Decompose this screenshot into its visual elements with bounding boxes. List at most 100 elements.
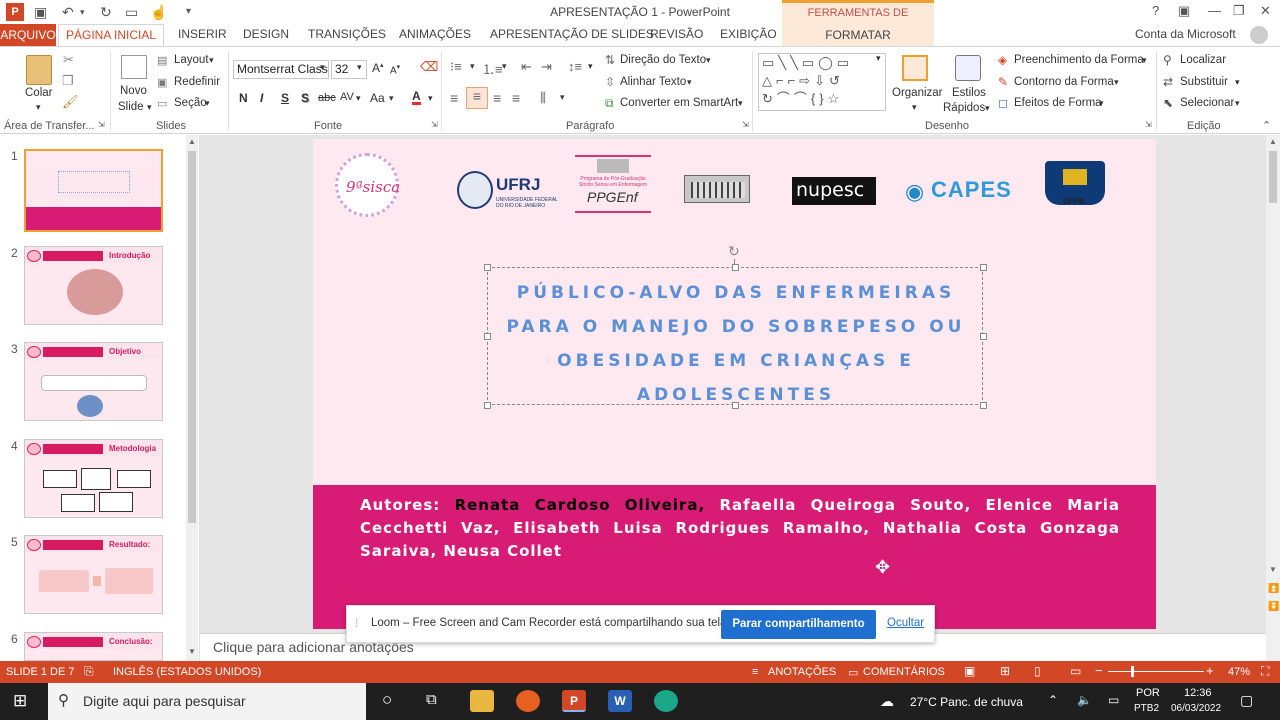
character-spacing-dropdown-icon[interactable]: ▾ (356, 93, 361, 104)
scroll-up-icon[interactable]: ▲ (188, 137, 196, 146)
zoom-in-icon[interactable]: + (1206, 663, 1214, 678)
quick-styles-button-line2[interactable]: Rápidos (943, 102, 985, 114)
stop-sharing-button[interactable]: Parar compartilhamento (721, 610, 876, 639)
help-button[interactable]: ? (1152, 3, 1159, 18)
align-text-dropdown-icon[interactable]: ▾ (687, 77, 692, 88)
slide-thumbnail-1[interactable] (24, 149, 163, 232)
tab-apresentacao-de-slides[interactable]: APRESENTAÇÃO DE SLIDES (490, 27, 654, 41)
paragraph-launcher-icon[interactable]: ⇲ (742, 120, 749, 129)
section-icon[interactable]: ▭ (157, 97, 167, 110)
font-size-dropdown-icon[interactable]: ▾ (357, 62, 362, 73)
arrange-button[interactable]: Organizar (892, 87, 943, 99)
shape-effects-button[interactable]: Efeitos de Forma (1014, 97, 1102, 109)
weather-icon[interactable]: ☁ (880, 693, 894, 710)
resize-handle[interactable] (980, 264, 987, 271)
tab-inserir[interactable]: INSERIR (178, 27, 227, 41)
reset-icon[interactable]: ▣ (157, 76, 167, 89)
slide-thumbnail-3[interactable]: Objetivo (24, 342, 163, 421)
account-avatar[interactable] (1250, 26, 1268, 44)
decrease-indent-icon[interactable]: ⇤ (521, 59, 532, 75)
resize-handle[interactable] (484, 264, 491, 271)
font-launcher-icon[interactable]: ⇲ (431, 120, 438, 129)
tab-arquivo[interactable]: ARQUIVO (0, 24, 56, 46)
smartart-dropdown-icon[interactable]: ▾ (738, 98, 743, 109)
layout-icon[interactable]: ▤ (157, 54, 167, 67)
collapse-ribbon-icon[interactable]: ⌃ (1262, 119, 1271, 132)
columns-icon[interactable]: ⫼ (540, 90, 546, 106)
select-dropdown-icon[interactable]: ▾ (1235, 98, 1240, 109)
slide-title[interactable]: PÚBLICO-ALVO DAS ENFERMEIRAS PARA O MANE… (488, 276, 984, 412)
windows-start-icon[interactable]: ⊞ (13, 691, 27, 711)
input-language[interactable]: POR (1136, 687, 1160, 699)
section-dropdown-icon[interactable]: ▾ (205, 98, 210, 109)
ribbon-display-options-icon[interactable]: ▣ (1178, 3, 1190, 19)
paste-icon[interactable] (26, 55, 52, 85)
zoom-level[interactable]: 47% (1228, 666, 1250, 678)
slide-thumbnail-5[interactable]: Resultado: (24, 535, 163, 614)
align-right-icon[interactable]: ≡ (493, 90, 501, 106)
minimize-button[interactable]: — (1208, 3, 1221, 18)
account-link[interactable]: Conta da Microsoft (1135, 27, 1236, 41)
reading-view-icon[interactable]: ▯ (1034, 664, 1041, 678)
tab-revisao[interactable]: REVISÃO (650, 27, 703, 41)
text-direction-dropdown-icon[interactable]: ▾ (706, 55, 711, 66)
bullets-icon[interactable]: ⁝≡ (450, 59, 462, 75)
align-left-icon[interactable]: ≡ (450, 90, 458, 106)
shape-outline-dropdown-icon[interactable]: ▾ (1114, 77, 1119, 88)
zoom-out-icon[interactable]: − (1095, 663, 1103, 678)
bullets-dropdown-icon[interactable]: ▾ (470, 61, 475, 72)
powerpoint-taskbar-icon[interactable]: P (562, 690, 586, 712)
shapes-gallery[interactable]: ▭╲╲▭◯▭ △⌐⌐⇨⇩↺ ↻⌒⌒{}☆ (758, 53, 886, 111)
italic-button[interactable]: I (260, 91, 263, 105)
rotate-handle-icon[interactable]: ↻ (728, 243, 740, 260)
replace-dropdown-icon[interactable]: ▾ (1235, 77, 1240, 88)
keyboard-layout[interactable]: PTB2 (1134, 703, 1159, 714)
close-button[interactable]: ✕ (1260, 3, 1271, 19)
slideshow-view-icon[interactable]: ▭ (1070, 664, 1081, 678)
font-name-dropdown-icon[interactable]: ▾ (320, 62, 325, 73)
firefox-icon[interactable] (516, 690, 540, 712)
paste-dropdown-icon[interactable]: ▾ (36, 102, 41, 113)
file-explorer-icon[interactable] (470, 690, 494, 712)
layout-button[interactable]: Layout (174, 54, 209, 66)
zoom-slider[interactable] (1108, 671, 1204, 672)
line-spacing-icon[interactable]: ↕≡ (568, 59, 582, 74)
columns-dropdown-icon[interactable]: ▾ (560, 92, 565, 103)
shape-outline-icon[interactable]: ✎ (998, 75, 1008, 89)
numbering-dropdown-icon[interactable]: ▾ (502, 61, 507, 72)
quick-styles-icon[interactable] (955, 55, 981, 81)
language-indicator[interactable]: INGLÊS (ESTADOS UNIDOS) (113, 666, 261, 678)
scroll-down-icon[interactable]: ▼ (1269, 565, 1277, 574)
notes-toggle-icon[interactable]: ≡ (752, 666, 758, 678)
shape-effects-dropdown-icon[interactable]: ▾ (1099, 98, 1104, 109)
tab-animacoes[interactable]: ANIMAÇÕES (399, 27, 471, 41)
slide-canvas[interactable]: 9ªsisca UFRJ UNIVERSIDADE FEDERAL DO RIO… (313, 139, 1156, 629)
tray-expand-icon[interactable]: ⌃ (1048, 693, 1058, 707)
resize-handle[interactable] (732, 264, 739, 271)
quick-styles-button-line1[interactable]: Estilos (952, 87, 986, 99)
increase-indent-icon[interactable]: ⇥ (541, 59, 552, 75)
convert-smartart-button[interactable]: Converter em SmartArt (620, 97, 738, 109)
replace-button[interactable]: Substituir (1180, 76, 1228, 88)
change-case-dropdown-icon[interactable]: ▾ (389, 93, 394, 104)
font-color-dropdown-icon[interactable]: ▾ (428, 93, 433, 104)
bold-button[interactable]: N (239, 91, 248, 105)
replace-icon[interactable]: ⇄ (1163, 75, 1173, 89)
notes-toggle[interactable]: ANOTAÇÕES (768, 666, 836, 678)
volume-icon[interactable]: 🔈 (1077, 693, 1092, 707)
taskbar-search-box[interactable]: ⚲ Digite aqui para pesquisar (48, 683, 366, 720)
slide-sorter-icon[interactable]: ⊞ (1000, 664, 1010, 678)
spellcheck-icon[interactable]: ⎘ (84, 664, 94, 679)
grow-font-icon[interactable]: A▴ (372, 61, 384, 75)
quick-styles-dropdown-icon[interactable]: ▾ (985, 103, 990, 114)
zoom-slider-thumb[interactable] (1130, 666, 1134, 677)
section-button[interactable]: Seção (174, 97, 207, 109)
line-spacing-dropdown-icon[interactable]: ▾ (588, 61, 593, 72)
arrange-icon[interactable] (902, 55, 928, 81)
tab-exibicao[interactable]: EXIBIÇÃO (720, 27, 777, 41)
clipboard-launcher-icon[interactable]: ⇲ (98, 120, 105, 129)
text-direction-button[interactable]: Direção do Texto (620, 54, 706, 66)
slide-thumbnail-2[interactable]: Introdução (24, 246, 163, 325)
new-slide-button-line2[interactable]: Slide (118, 101, 144, 113)
word-taskbar-icon[interactable]: W (608, 690, 632, 712)
